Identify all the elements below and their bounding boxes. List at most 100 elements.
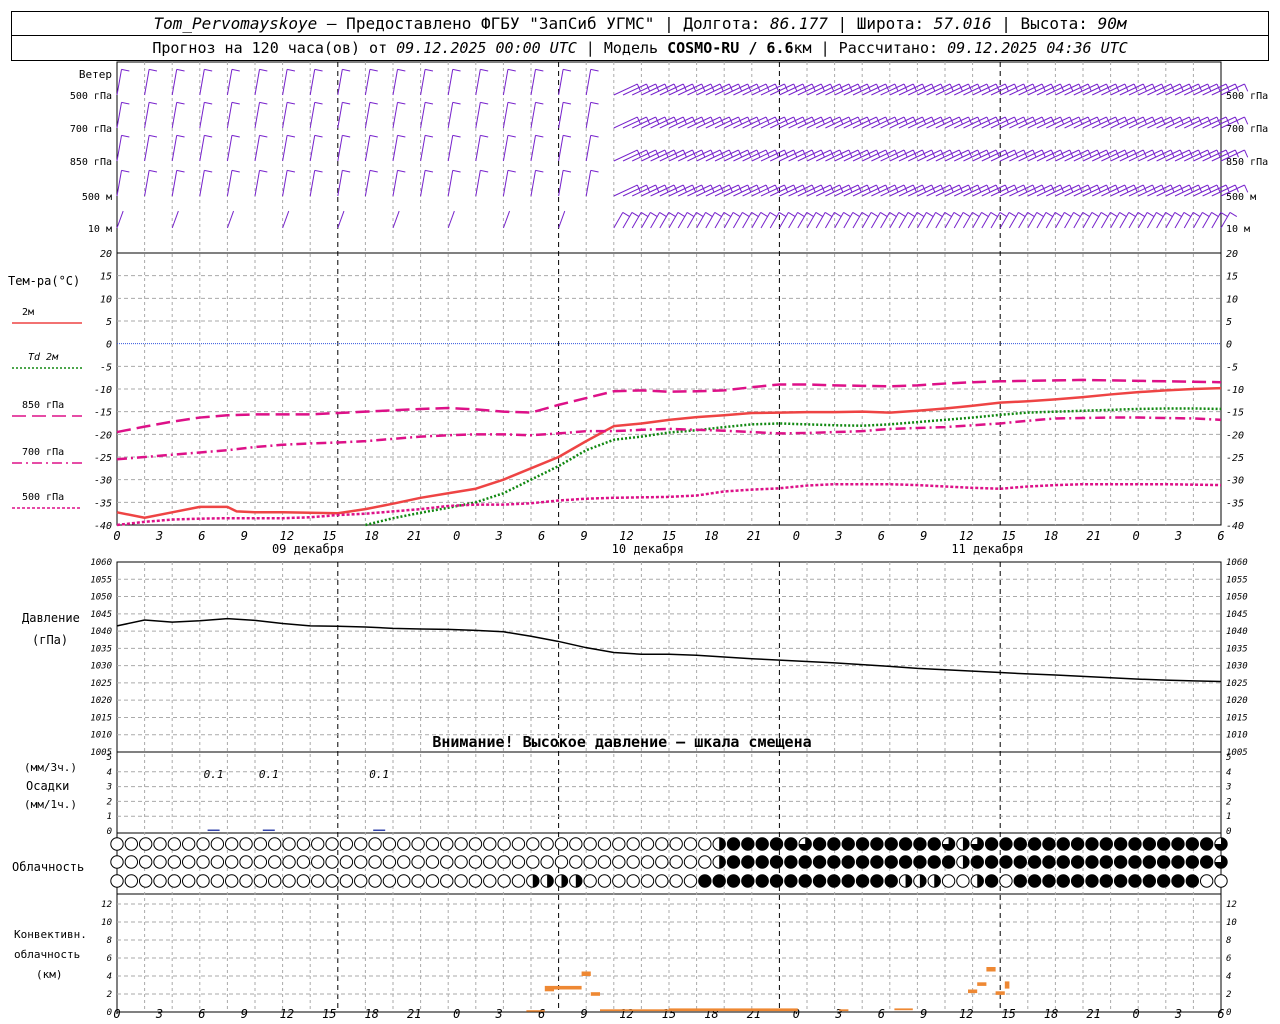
cloud-symbol [583,837,597,851]
cloud-symbol [1185,837,1200,851]
pressure-tick-right: 1060 [1226,558,1248,568]
wind-barb-shaft [171,170,178,197]
wind-barb-flag [1146,211,1155,218]
cloud-symbol [1085,855,1099,869]
wind-barb-flag [880,211,888,218]
cloud-symbol [812,837,827,851]
wind-barb-flag [369,101,378,105]
wind-barb-flag [480,169,489,173]
pressure-tick-right: 1030 [1226,662,1248,672]
wind-barb-shaft [337,170,343,197]
pressure-tick-right: 1050 [1226,593,1248,603]
cloud-symbol [827,837,841,851]
cloud-symbol [124,837,139,851]
cloud-symbol [841,837,855,851]
date-label: 10 декабря [612,542,684,556]
temp-tick-right: -40 [1226,521,1244,532]
cloud-symbol [1027,874,1042,888]
wind-barb-flag [563,101,572,105]
wind-barb-flag [149,68,158,72]
wind-barb-shaft [475,69,481,96]
hour-tick-lower: 0 [453,1007,460,1021]
wind-barb-flag [1036,211,1044,218]
cloud-symbol-fill [547,874,554,888]
cloud-symbol [153,837,167,851]
hour-tick-lower: 12 [280,1007,294,1021]
cloud-symbol [626,855,640,869]
cloud-symbol [1099,837,1113,851]
cloud-symbol [325,855,339,869]
cloud-symbol-fill [532,874,539,888]
cloud-symbol [597,855,612,869]
cloud-symbol [239,874,253,888]
cloud-symbol [1113,874,1128,888]
temp-tick-left: -20 [94,430,112,441]
wind-barb-shaft [392,135,399,162]
precip-tick-left: 3 [106,783,112,793]
hour-tick-upper: 12 [619,529,633,543]
wind-barb-flag [769,211,778,218]
cloud-symbol [755,855,769,869]
precip-tick-right: 0 [1226,827,1231,837]
temp-tick-left: -10 [94,385,112,396]
temp-tick-right: 10 [1226,294,1238,305]
wind-barb-shaft [171,69,178,96]
wind-barb-shaft [116,69,123,96]
conv-segment [581,971,591,976]
cloud-symbol [956,874,970,888]
temp-legend-label: 700 гПа [22,447,64,458]
wind-barb-shaft [199,102,205,129]
wind-barb-flag [369,68,378,72]
precip-title: Осадки [26,779,69,793]
conv-tick-right: 12 [1226,900,1237,910]
pressure-tick-left: 1030 [90,662,112,672]
hour-tick-lower: 6 [878,1007,885,1021]
wind-barb-flag [870,211,879,218]
pressure-tick-left: 1015 [90,713,112,723]
pressure-tick-left: 1060 [90,558,112,568]
temp-tick-left: -25 [94,453,112,464]
hour-tick-lower: 6 [538,1007,545,1021]
cloud-symbol [181,874,196,888]
wind-barb-flag [535,68,544,72]
temp-title: Тем-ра(°C) [8,274,80,288]
cloud-symbol [640,874,655,888]
hour-tick-upper: 3 [834,529,842,543]
cloud-symbol [296,874,311,888]
conv-unit: (км) [36,968,63,981]
wind-barb-flag [659,211,667,218]
cloud-symbol [1027,837,1042,851]
temp-tick-left: -35 [94,498,112,509]
wind-barb-shaft [502,102,509,129]
hour-tick-lower: 21 [407,1007,421,1021]
hour-tick-upper: 21 [1086,529,1100,543]
cloud-symbol [397,855,411,869]
wind-barb-shaft [171,210,179,229]
wind-barb-shaft [144,69,150,96]
wind-barb-shaft [558,170,564,197]
pressure-tick-right: 1010 [1226,731,1248,741]
conv-segment [590,992,600,996]
wind-barb-flag [535,169,544,173]
hour-tick-upper: 6 [198,529,205,543]
conv-segment [968,989,978,994]
wind-level-right: 500 м [1226,192,1256,203]
cloud-symbol [698,855,712,869]
cloud-symbol [913,855,927,869]
hour-tick-upper: 21 [747,529,761,543]
temp-tick-left: -5 [100,362,112,373]
cloud-symbol [411,855,425,869]
date-label: 11 декабря [951,542,1023,556]
cloud-symbol [153,874,167,888]
wind-barb-shaft [282,102,288,129]
wind-barb-flag [259,68,268,72]
wind-barb-flag [1156,211,1164,218]
cloud-symbol [569,837,583,851]
temp-tick-right: 0 [1226,340,1232,351]
wind-barb-shaft [254,102,261,129]
hour-tick-upper: 6 [538,529,545,543]
cloud-symbol [483,837,497,851]
wind-barb-flag [935,211,943,218]
wind-barb-flag [507,134,516,138]
wind-barb-flag [1045,211,1054,218]
